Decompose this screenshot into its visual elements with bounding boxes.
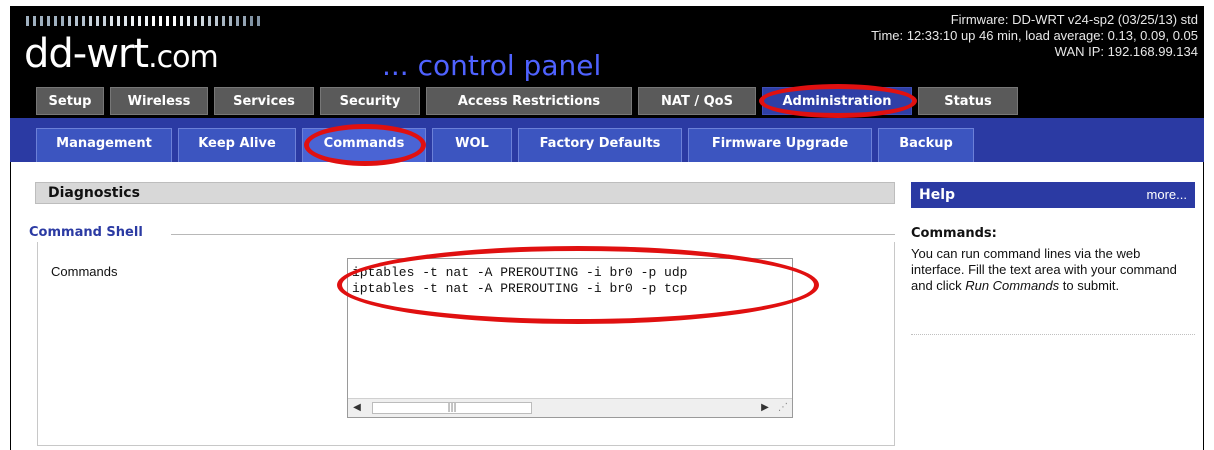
horizontal-scrollbar[interactable]: ◀ ||| ▶ ⋰ bbox=[348, 398, 792, 417]
scrollbar-thumb[interactable]: ||| bbox=[372, 402, 532, 414]
command-line: iptables -t nat -A PREROUTING -i br0 -p … bbox=[352, 265, 688, 280]
subtab-keep-alive[interactable]: Keep Alive bbox=[178, 128, 296, 162]
tab-wireless[interactable]: Wireless bbox=[110, 87, 208, 115]
subtab-management[interactable]: Management bbox=[36, 128, 172, 162]
commands-textarea[interactable]: iptables -t nat -A PREROUTING -i br0 -p … bbox=[347, 258, 793, 418]
subtab-firmware-upgrade[interactable]: Firmware Upgrade bbox=[688, 128, 872, 162]
main-tabs: Setup Wireless Services Security Access … bbox=[10, 84, 1204, 118]
help-more-link[interactable]: more... bbox=[1147, 182, 1187, 208]
help-commands-text: You can run command lines via the web in… bbox=[911, 246, 1195, 294]
scroll-right-arrow-icon[interactable]: ▶ bbox=[756, 399, 774, 417]
commands-label: Commands bbox=[51, 264, 118, 279]
tab-setup[interactable]: Setup bbox=[36, 87, 104, 115]
uptime-text: Time: 12:33:10 up 46 min, load average: … bbox=[871, 28, 1198, 43]
section-title: Diagnostics bbox=[35, 182, 895, 204]
tab-status[interactable]: Status bbox=[918, 87, 1018, 115]
tab-nat-qos[interactable]: NAT / QoS bbox=[638, 87, 756, 115]
tab-access-restrictions[interactable]: Access Restrictions bbox=[426, 87, 632, 115]
help-text-post: to submit. bbox=[1059, 278, 1120, 293]
help-header: Help more... bbox=[911, 182, 1195, 208]
logo-main: dd-wrt bbox=[24, 31, 149, 77]
logo-bars bbox=[26, 16, 260, 26]
logo-suffix: .com bbox=[148, 40, 219, 75]
logo: dd-wrt.com bbox=[24, 31, 219, 78]
header: dd-wrt.com ... control panel Firmware: D… bbox=[10, 6, 1204, 84]
tab-security[interactable]: Security bbox=[320, 87, 420, 115]
tab-administration[interactable]: Administration bbox=[762, 87, 912, 115]
firmware-text: Firmware: DD-WRT v24-sp2 (03/25/13) std bbox=[950, 12, 1198, 27]
fieldset-divider bbox=[171, 234, 895, 235]
ddwrt-page: dd-wrt.com ... control panel Firmware: D… bbox=[10, 6, 1204, 450]
subtab-wol[interactable]: WOL bbox=[432, 128, 512, 162]
fieldset-legend: Command Shell bbox=[29, 224, 147, 242]
help-text-em: Run Commands bbox=[965, 278, 1060, 293]
sub-tabs: Management Keep Alive Commands WOL Facto… bbox=[10, 118, 1204, 162]
tagline: ... control panel bbox=[382, 49, 602, 82]
help-title-bar: Help bbox=[919, 187, 956, 203]
command-lines: iptables -t nat -A PREROUTING -i br0 -p … bbox=[352, 265, 687, 297]
resize-grip-icon[interactable]: ⋰ bbox=[774, 399, 792, 417]
subtab-factory-defaults[interactable]: Factory Defaults bbox=[518, 128, 682, 162]
scroll-left-arrow-icon[interactable]: ◀ bbox=[348, 399, 366, 417]
subtab-backup[interactable]: Backup bbox=[878, 128, 974, 162]
help-commands-title: Commands: bbox=[911, 226, 997, 241]
content-area: Diagnostics Command Shell Commands iptab… bbox=[10, 162, 1204, 450]
command-line: iptables -t nat -A PREROUTING -i br0 -p … bbox=[352, 281, 688, 296]
subtab-commands[interactable]: Commands bbox=[302, 128, 426, 162]
help-divider bbox=[911, 334, 1195, 336]
router-info: Firmware: DD-WRT v24-sp2 (03/25/13) std … bbox=[871, 12, 1198, 60]
wan-ip-text: WAN IP: 192.168.99.134 bbox=[1054, 44, 1198, 59]
tab-services[interactable]: Services bbox=[214, 87, 314, 115]
